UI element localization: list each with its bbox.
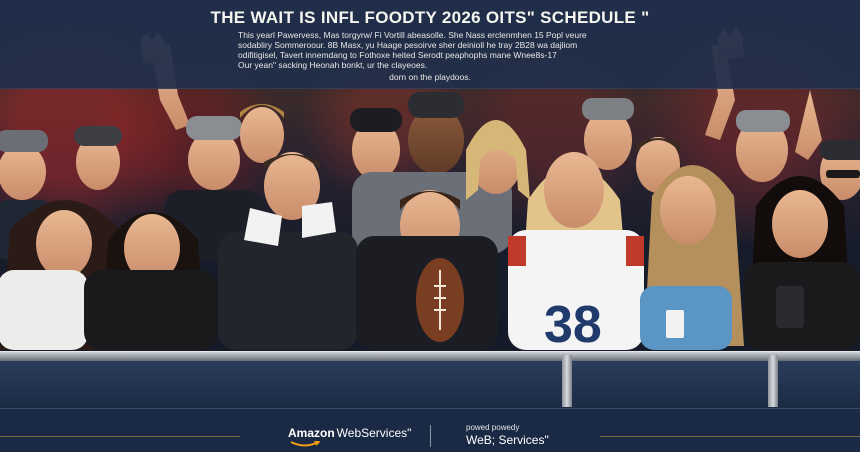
aws-amazon-text: Amazon — [288, 426, 335, 440]
barrier-panel — [0, 361, 860, 408]
svg-text:38: 38 — [544, 296, 602, 354]
aws-webservices-text: WebServices" — [336, 426, 412, 440]
subtitle-line-3: odifitigisel, Tavert innemdang to Fothox… — [238, 50, 557, 60]
raised-arm-right-2 — [795, 90, 822, 160]
subtitle-line-1: This yearl Pawervess, Mas torgyrw/ Fi Vo… — [238, 30, 587, 40]
stadium-crowd-photo: 38 THE WAIT IS INFL FOODTY 2026 OITS" SC… — [0, 0, 860, 452]
powered-services-label: WeB; Services" — [466, 433, 549, 447]
lanyard-badge — [666, 310, 684, 338]
subtitle-line-2: sodabliry Sommeroour. 8B Masx, yu Haage … — [238, 40, 578, 50]
title-banner: THE WAIT IS INFL FOODTY 2026 OITS" SCHED… — [0, 0, 860, 89]
phone-icon — [776, 286, 804, 328]
subtitle-line-5: dorn on the playdoos. — [389, 72, 471, 82]
aws-smile-icon — [290, 441, 320, 447]
subtitle-line-4: Our yean" sacking Heonah bonkt, ur the c… — [238, 60, 428, 70]
footer-accent-line — [0, 436, 240, 437]
barrier-post — [768, 355, 778, 407]
barrier-post — [562, 355, 572, 407]
footer-divider — [430, 425, 431, 447]
powered-by-label: powed powedy — [466, 423, 520, 432]
aws-logo: Amazon WebServices" — [288, 426, 412, 447]
footer-accent-line — [600, 436, 860, 437]
headline: THE WAIT IS INFL FOODTY 2026 OITS" SCHED… — [210, 8, 650, 27]
